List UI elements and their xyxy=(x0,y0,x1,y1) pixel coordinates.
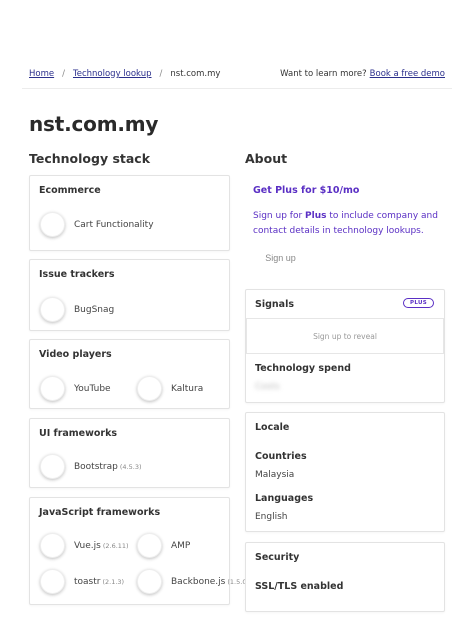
tech-logo-icon xyxy=(137,376,162,401)
tech-logo-icon xyxy=(137,569,162,594)
category-title: Video players xyxy=(39,349,112,360)
locale-card: Locale Countries Malaysia Languages Engl… xyxy=(245,412,445,532)
category-card-issue-trackers: Issue trackers BugSnag xyxy=(29,259,230,331)
tech-item[interactable]: toastr (2.1.3) xyxy=(40,569,124,594)
demo-prompt: Want to learn more? Book a free demo xyxy=(280,69,445,79)
plus-offer-title: Get Plus for $10/mo xyxy=(253,185,360,196)
tech-logo-icon xyxy=(40,212,65,237)
countries-value: Malaysia xyxy=(255,470,295,480)
security-card: Security SSL/TLS enabled xyxy=(245,542,445,612)
tech-name: YouTube xyxy=(74,383,111,394)
category-card-ui-frameworks: UI frameworks Bootstrap (4.5.3) xyxy=(29,418,230,488)
book-demo-link[interactable]: Book a free demo xyxy=(370,69,445,79)
tech-name: Vue.js xyxy=(74,540,101,551)
tech-version: (2.6.11) xyxy=(102,541,129,550)
tech-stack-heading: Technology stack xyxy=(29,151,151,166)
signals-card: Signals PLUS Sign up to reveal Technolog… xyxy=(245,289,445,403)
breadcrumb-current: nst.com.my xyxy=(170,69,221,79)
reveal-box[interactable]: Sign up to reveal xyxy=(246,318,444,354)
breadcrumb: Home / Technology lookup / nst.com.my xyxy=(29,69,220,79)
page-title: nst.com.my xyxy=(29,112,159,136)
languages-label: Languages xyxy=(255,493,314,504)
tech-logo-icon xyxy=(40,454,65,479)
tech-logo-icon xyxy=(40,569,65,594)
sign-up-button[interactable]: Sign up xyxy=(253,249,308,267)
plus-offer-description: Sign up for Plus to include company and … xyxy=(253,209,443,238)
tech-name: Cart Functionality xyxy=(74,219,154,230)
category-title: UI frameworks xyxy=(39,428,118,439)
languages-value: English xyxy=(255,512,288,522)
plus-badge: PLUS xyxy=(403,298,434,308)
tech-name: AMP xyxy=(171,540,191,551)
tech-version: (2.1.3) xyxy=(102,577,125,586)
signals-title: Signals xyxy=(255,299,294,310)
tech-name: Bootstrap xyxy=(74,461,118,472)
tech-version: (4.5.3) xyxy=(119,462,142,471)
tech-item[interactable]: Bootstrap (4.5.3) xyxy=(40,454,142,479)
tech-logo-icon xyxy=(40,376,65,401)
tech-logo-icon xyxy=(40,297,65,322)
category-title: Issue trackers xyxy=(39,269,115,280)
tech-item[interactable]: YouTube xyxy=(40,376,111,401)
about-heading: About xyxy=(245,151,288,166)
security-title: Security xyxy=(255,552,300,563)
category-title: Ecommerce xyxy=(39,185,101,196)
tech-item[interactable]: AMP xyxy=(137,533,190,558)
breadcrumb-separator: / xyxy=(159,69,163,79)
technology-spend-value: Costs xyxy=(255,382,280,392)
demo-text: Want to learn more? xyxy=(280,69,367,79)
reveal-text: Sign up to reveal xyxy=(313,331,377,341)
breadcrumb-home-link[interactable]: Home xyxy=(29,69,54,79)
category-card-ecommerce: Ecommerce Cart Functionality xyxy=(29,175,230,251)
header-divider xyxy=(22,88,452,89)
tech-item[interactable]: Vue.js (2.6.11) xyxy=(40,533,129,558)
tech-name: Kaltura xyxy=(171,383,204,394)
tech-name: Backbone.js xyxy=(171,576,226,587)
tech-logo-icon xyxy=(40,533,65,558)
ssl-label: SSL/TLS enabled xyxy=(255,581,344,592)
tech-item[interactable]: Backbone.js (1.5.0) xyxy=(137,569,249,594)
breadcrumb-separator: / xyxy=(62,69,65,79)
category-card-video-players: Video players YouTube Kaltura xyxy=(29,339,230,409)
tech-item[interactable]: BugSnag xyxy=(40,297,114,322)
tech-name: BugSnag xyxy=(74,304,115,315)
tech-name: toastr xyxy=(74,576,101,587)
tech-logo-icon xyxy=(137,533,162,558)
tech-item[interactable]: Kaltura xyxy=(137,376,203,401)
category-title: JavaScript frameworks xyxy=(39,507,161,518)
breadcrumb-lookup-link[interactable]: Technology lookup xyxy=(73,69,152,79)
plus-desc-pre: Sign up for xyxy=(253,211,306,221)
countries-label: Countries xyxy=(255,451,307,462)
tech-item[interactable]: Cart Functionality xyxy=(40,212,154,237)
technology-spend-label: Technology spend xyxy=(255,363,351,374)
locale-title: Locale xyxy=(255,422,290,433)
plus-desc-bold: Plus xyxy=(305,211,327,221)
category-card-javascript-frameworks: JavaScript frameworks Vue.js (2.6.11) AMP… xyxy=(29,497,249,605)
